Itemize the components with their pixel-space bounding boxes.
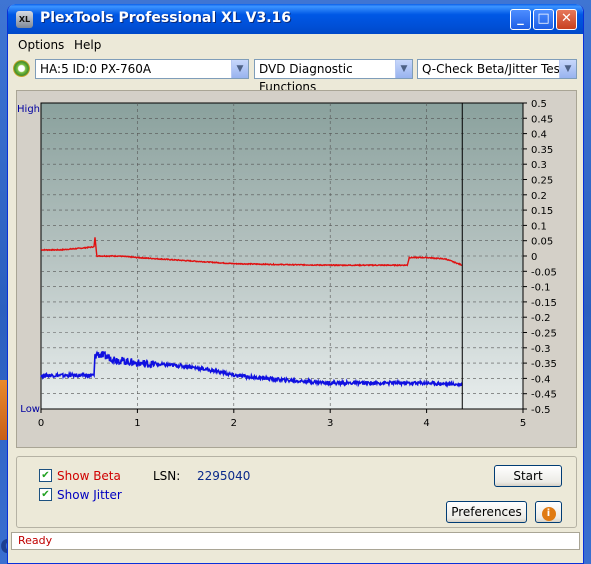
lsn-value: 2295040: [197, 469, 251, 483]
show-jitter-label[interactable]: Show Jitter: [57, 488, 122, 502]
x-tick-label: 3: [327, 418, 333, 429]
app-window: XL PlexTools Professional XL V3.16 _ □ ✕…: [7, 4, 584, 564]
disc-drive-icon: [13, 60, 30, 77]
close-button[interactable]: ✕: [556, 9, 577, 30]
y-tick-label: -0.05: [531, 267, 557, 278]
show-beta-checkbox[interactable]: ✔: [39, 469, 52, 482]
y-tick-label: 0.1: [531, 221, 547, 232]
y-tick-label: 0.35: [531, 145, 553, 156]
test-select[interactable]: Q-Check Beta/Jitter Test ▼: [417, 59, 577, 79]
y-label-low: Low: [20, 404, 40, 415]
x-tick-label: 0: [38, 418, 44, 429]
options-panel: ✔ Show Beta ✔ Show Jitter LSN: 2295040 S…: [16, 456, 577, 528]
y-tick-label: -0.3: [531, 344, 551, 355]
minimize-button[interactable]: _: [510, 9, 531, 30]
test-select-value: Q-Check Beta/Jitter Test: [422, 62, 565, 76]
y-tick-label: -0.1: [531, 283, 551, 294]
lsn-label: LSN:: [153, 469, 181, 483]
maximize-button[interactable]: □: [533, 9, 554, 30]
y-label-high: High: [17, 104, 40, 115]
info-button[interactable]: i: [535, 501, 562, 523]
y-tick-label: 0: [531, 252, 537, 263]
info-icon: i: [541, 507, 556, 521]
y-tick-label: 0.45: [531, 114, 553, 125]
y-tick-label: -0.45: [531, 390, 557, 401]
y-tick-label: 0.3: [531, 160, 547, 171]
chevron-down-icon[interactable]: ▼: [231, 60, 248, 78]
chevron-down-icon[interactable]: ▼: [559, 60, 576, 78]
y-tick-label: -0.5: [531, 405, 551, 416]
drive-select[interactable]: HA:5 ID:0 PX-760A ▼: [35, 59, 249, 79]
x-tick-label: 5: [520, 418, 526, 429]
show-beta-label[interactable]: Show Beta: [57, 469, 121, 483]
menu-options[interactable]: Options: [18, 38, 64, 52]
window-title: PlexTools Professional XL V3.16: [40, 10, 292, 26]
y-tick-label: 0.5: [531, 99, 547, 110]
menu-bar: Options Help: [8, 34, 583, 55]
toolbar: HA:5 ID:0 PX-760A ▼ DVD Diagnostic Funct…: [8, 56, 583, 94]
app-icon: XL: [16, 11, 33, 28]
beta-jitter-chart: 0.5 0.45 0.4 0.35 0.3 0.25 0.2 0.15 0.1 0.05 0 -0.0…: [17, 99, 557, 429]
y-tick-label: 0.15: [531, 206, 553, 217]
y-tick-label: 0.05: [531, 237, 553, 248]
y-tick-label: 0.25: [531, 176, 553, 187]
preferences-button[interactable]: Preferences: [446, 501, 527, 523]
menu-help[interactable]: Help: [74, 38, 101, 52]
chevron-down-icon[interactable]: ▼: [395, 60, 412, 78]
drive-select-value: HA:5 ID:0 PX-760A: [40, 62, 152, 76]
x-tick-label: 1: [134, 418, 140, 429]
y-tick-label: -0.4: [531, 374, 551, 385]
status-bar: Ready: [11, 532, 580, 550]
title-bar[interactable]: XL PlexTools Professional XL V3.16 _ □ ✕: [8, 4, 583, 34]
function-select[interactable]: DVD Diagnostic Functions ▼: [254, 59, 413, 94]
y-tick-label: -0.2: [531, 313, 551, 324]
y-tick-label: 0.4: [531, 130, 547, 141]
y-tick-label: 0.2: [531, 191, 547, 202]
chart-panel: 0.5 0.45 0.4 0.35 0.3 0.25 0.2 0.15 0.1 0.05 0 -0.0…: [16, 90, 577, 448]
x-tick-label: 4: [423, 418, 429, 429]
x-tick-label: 2: [231, 418, 237, 429]
show-jitter-checkbox[interactable]: ✔: [39, 488, 52, 501]
start-button[interactable]: Start: [494, 465, 562, 487]
y-tick-label: -0.15: [531, 298, 557, 309]
y-tick-label: -0.35: [531, 359, 557, 370]
y-tick-label: -0.25: [531, 329, 557, 340]
